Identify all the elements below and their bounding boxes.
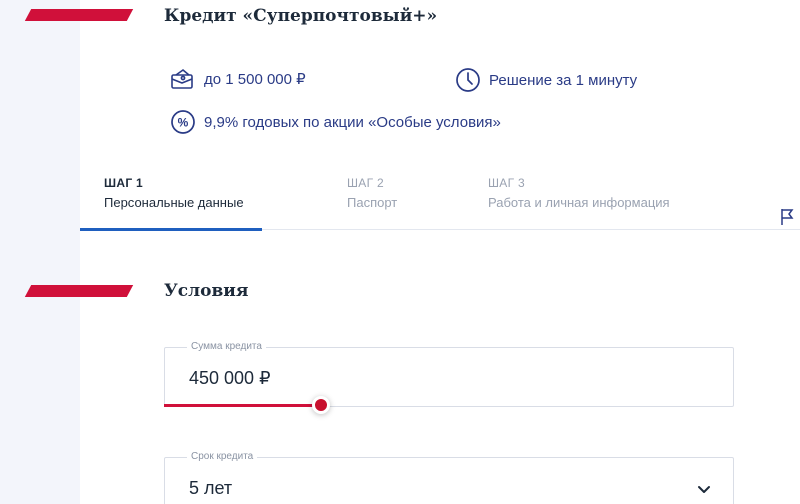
feature-rate-text: 9,9% годовых по акции «Особые условия» xyxy=(204,113,501,131)
active-step-indicator xyxy=(80,228,262,231)
step-tabs: ШАГ 1 Персональные данные ШАГ 2 Паспорт … xyxy=(80,168,800,231)
step-3-tab[interactable]: ШАГ 3 Работа и личная информация xyxy=(488,176,670,210)
step-2-label: Паспорт xyxy=(347,195,398,210)
feature-decision-text: Решение за 1 минуту xyxy=(489,71,638,89)
feature-amount-text: до 1 500 000 ₽ xyxy=(204,71,306,88)
slider-fill xyxy=(164,404,321,407)
wallet-icon xyxy=(170,67,196,91)
flag-icon xyxy=(780,208,794,231)
svg-text:%: % xyxy=(178,116,189,130)
step-3-label: Работа и личная информация xyxy=(488,195,670,210)
step-2-tab[interactable]: ШАГ 2 Паспорт xyxy=(347,176,397,210)
conditions-title: Условия xyxy=(164,281,249,301)
clock-icon xyxy=(455,67,481,93)
loan-amount-slider[interactable] xyxy=(164,396,734,414)
step-1-tab[interactable]: ШАГ 1 Персональные данные xyxy=(104,176,244,210)
loan-term-select[interactable]: Срок кредита 5 лет xyxy=(164,451,734,504)
slider-thumb[interactable] xyxy=(312,396,330,414)
section-accent-bar xyxy=(24,9,134,21)
step-2-number: ШАГ 2 xyxy=(347,176,385,190)
step-1-label: Персональные данные xyxy=(104,195,244,210)
loan-term-label: Срок кредита xyxy=(187,451,258,462)
page-title: Кредит «Суперпочтовый+» xyxy=(164,6,438,26)
section-accent-bar xyxy=(24,285,134,297)
loan-amount-value[interactable]: 450 000 ₽ xyxy=(189,368,271,389)
loan-term-value: 5 лет xyxy=(189,478,233,498)
step-1-number: ШАГ 1 xyxy=(104,176,144,190)
percent-icon: % xyxy=(170,109,196,135)
feature-rate: % 9,9% годовых по акции «Особые условия» xyxy=(170,109,501,135)
step-3-number: ШАГ 3 xyxy=(488,176,526,190)
chevron-down-icon[interactable] xyxy=(697,482,711,500)
feature-amount: до 1 500 000 ₽ xyxy=(170,67,306,91)
left-sidebar-strip xyxy=(0,0,80,504)
loan-amount-label: Сумма кредита xyxy=(187,341,266,352)
loan-amount-field[interactable]: Сумма кредита 450 000 ₽ xyxy=(164,341,734,407)
feature-decision: Решение за 1 минуту xyxy=(455,67,637,93)
